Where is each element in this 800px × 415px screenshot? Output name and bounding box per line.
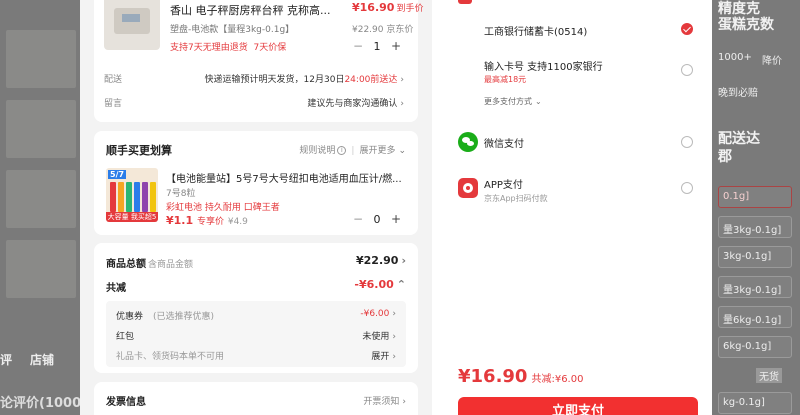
background-text: 降价 xyxy=(762,56,782,67)
coupon-label: 优惠券 (已选推荐优惠) xyxy=(116,312,215,322)
app-pay-icon xyxy=(458,178,478,198)
addon-item-price: ¥1.1 专享价 ¥4.9 xyxy=(166,214,248,227)
expand-more-link[interactable]: 展开更多 ⌄ xyxy=(359,146,406,156)
note-input[interactable]: 建议先与商家沟通确认 › xyxy=(307,96,404,109)
more-payment-methods[interactable]: 更多支付方式 ⌄ xyxy=(484,96,542,107)
background-chip: 6kg-0.1g] xyxy=(718,336,792,358)
payment-panel: 工商银行储蓄卡(0514) 输入卡号 支持1100家银行 最高减18元 更多支付… xyxy=(432,0,712,415)
increase-button[interactable]: + xyxy=(388,212,404,226)
delivery-label: 配送 xyxy=(104,75,123,85)
coupon-value[interactable]: -¥6.00 › xyxy=(360,309,396,319)
discount-details: 优惠券 (已选推荐优惠) -¥6.00 › 红包 未使用 › 礼品卡、领货码本单不可用… xyxy=(106,301,406,367)
decrease-button[interactable]: − xyxy=(350,212,366,226)
bank-card-icon xyxy=(458,0,472,4)
product-spec[interactable]: 塑盘-电池款【量程3kg-0.1g】 xyxy=(170,22,294,35)
quantity-stepper: − 1 + xyxy=(350,38,404,54)
background-thumbnail xyxy=(6,240,76,298)
radio-card-number[interactable] xyxy=(681,64,693,76)
background-tabs: 评 店铺 xyxy=(0,348,80,370)
wechat-pay-icon xyxy=(458,132,478,152)
background-chip: kg-0.1g] xyxy=(718,392,792,414)
background-chip: 量6kg-0.1g] xyxy=(718,306,792,328)
background-thumbnail xyxy=(6,100,76,158)
decrease-button[interactable]: − xyxy=(350,39,366,53)
info-icon: i xyxy=(337,146,347,155)
addon-quantity-value[interactable]: 0 xyxy=(366,213,388,226)
addon-item-spec: 7号8粒 xyxy=(166,189,196,199)
goods-total-value[interactable]: ¥22.90 › xyxy=(356,254,406,267)
rules-link[interactable]: 规则说明 i xyxy=(299,146,347,156)
background-chip: 量3kg-0.1g] xyxy=(718,276,792,298)
payment-method-app-sub: 京东App扫码付款 xyxy=(484,194,548,203)
giftcard-expand[interactable]: 展开 › xyxy=(371,349,396,362)
background-right: 精度克 蛋糕克数 1000+ 降价 晚到必赔 配送达 郡 0.1g] 量3kg-… xyxy=(712,0,800,415)
increase-button[interactable]: + xyxy=(388,39,404,53)
background-text: 配送达 xyxy=(718,131,760,147)
product-promise: 支持7天无理由退货 7天价保 xyxy=(170,43,287,53)
pay-now-button[interactable]: 立即支付 xyxy=(458,397,698,415)
addon-actions: 规则说明 i | 展开更多 ⌄ xyxy=(299,146,406,156)
quantity-value[interactable]: 1 xyxy=(366,40,388,53)
goods-total-label: 商品总额 含商品金额 xyxy=(106,259,194,270)
radio-wechat[interactable] xyxy=(681,136,693,148)
background-chip: 3kg-0.1g] xyxy=(718,246,792,268)
chevron-right-icon: › xyxy=(402,397,406,407)
checkout-panel: 香山 电子秤厨房秤台秤 克称高... ¥16.90 到手价 塑盘-电池款【量程3k… xyxy=(80,0,432,415)
discount-value[interactable]: -¥6.00 ⌃ xyxy=(354,278,406,291)
payment-method-card-number[interactable]: 输入卡号 支持1100家银行 xyxy=(484,58,603,73)
product-price: ¥16.90 到手价 xyxy=(352,1,424,14)
product-original-price: ¥22.90 京东价 xyxy=(352,25,414,35)
background-reviews: 论评价(1000+ xyxy=(0,396,80,411)
background-chip: 0.1g] xyxy=(718,186,792,208)
redpack-label: 红包 xyxy=(116,332,135,342)
background-text: 1000+ xyxy=(718,52,752,63)
chevron-right-icon: › xyxy=(400,75,404,85)
chevron-right-icon: › xyxy=(400,99,404,109)
note-label: 留言 xyxy=(104,99,123,109)
chevron-right-icon: › xyxy=(392,309,396,319)
invoice-notice[interactable]: 开票须知 › xyxy=(363,394,406,407)
background-text: 郡 xyxy=(718,149,732,165)
chevron-down-icon: ⌄ xyxy=(398,146,406,156)
addon-title: 顺手买更划算 xyxy=(106,144,172,157)
radio-app[interactable] xyxy=(681,182,693,194)
background-tab: 评 xyxy=(0,353,13,367)
payment-method-card-number-promo: 最高减18元 xyxy=(484,75,527,84)
radio-icbc[interactable] xyxy=(681,23,693,35)
invoice-card[interactable]: 发票信息 开票须知 › xyxy=(94,382,418,415)
discount-label: 共减 xyxy=(106,283,126,294)
giftcard-label: 礼品卡、领货码本单不可用 xyxy=(116,352,225,362)
addon-image[interactable]: 5/7 大容量 我买超5折 xyxy=(106,168,158,222)
chevron-right-icon: › xyxy=(392,352,396,362)
payment-method-icbc[interactable]: 工商银行储蓄卡(0514) xyxy=(484,23,587,38)
background-tab: 店铺 xyxy=(30,353,55,367)
chevron-right-icon: › xyxy=(401,254,406,267)
delivery-info[interactable]: 快递运输预计明天发货，12月30日24:00前送达 › xyxy=(205,72,404,85)
summary-card: 商品总额 含商品金额 ¥22.90 › 共减 -¥6.00 ⌃ 优惠券 (已选推荐优惠)… xyxy=(94,243,418,373)
background-thumbnail xyxy=(6,170,76,228)
addon-card: 顺手买更划算 规则说明i|展开更多⌄ 5/7 大容量 我买超5折 【电池能量站】… xyxy=(94,131,418,235)
chevron-down-icon: ⌄ xyxy=(535,97,542,106)
redpack-value[interactable]: 未使用 › xyxy=(362,329,396,342)
chevron-up-icon: ⌃ xyxy=(396,278,406,291)
addon-item-title[interactable]: 【电池能量站】5号7号大号纽扣电池适用血压计/燃... xyxy=(166,170,410,185)
payment-total: ¥16.90 共减:¥6.00 xyxy=(458,366,584,387)
product-title[interactable]: 香山 电子秤厨房秤台秤 克称高... xyxy=(170,2,330,18)
invoice-label: 发票信息 xyxy=(106,397,146,408)
background-thumbnail xyxy=(6,30,76,88)
product-card: 香山 电子秤厨房秤台秤 克称高... ¥16.90 到手价 塑盘-电池款【量程3k… xyxy=(94,0,423,122)
product-image[interactable] xyxy=(104,0,160,50)
addon-item-tags: 彩虹电池 持久耐用 口碑王者 xyxy=(166,203,280,213)
chevron-right-icon: › xyxy=(392,332,396,342)
background-chip: 量3kg-0.1g] xyxy=(718,216,792,238)
payment-method-app[interactable]: APP支付 xyxy=(484,176,523,191)
payment-method-wechat[interactable]: 微信支付 xyxy=(484,135,524,150)
background-text: 蛋糕克数 xyxy=(718,17,774,33)
background-text: 晚到必赔 xyxy=(718,88,758,99)
addon-quantity-stepper: − 0 + xyxy=(350,211,404,227)
background-left: 评 店铺 论评价(1000+ xyxy=(0,0,80,415)
background-badge: 无货 xyxy=(756,368,782,383)
